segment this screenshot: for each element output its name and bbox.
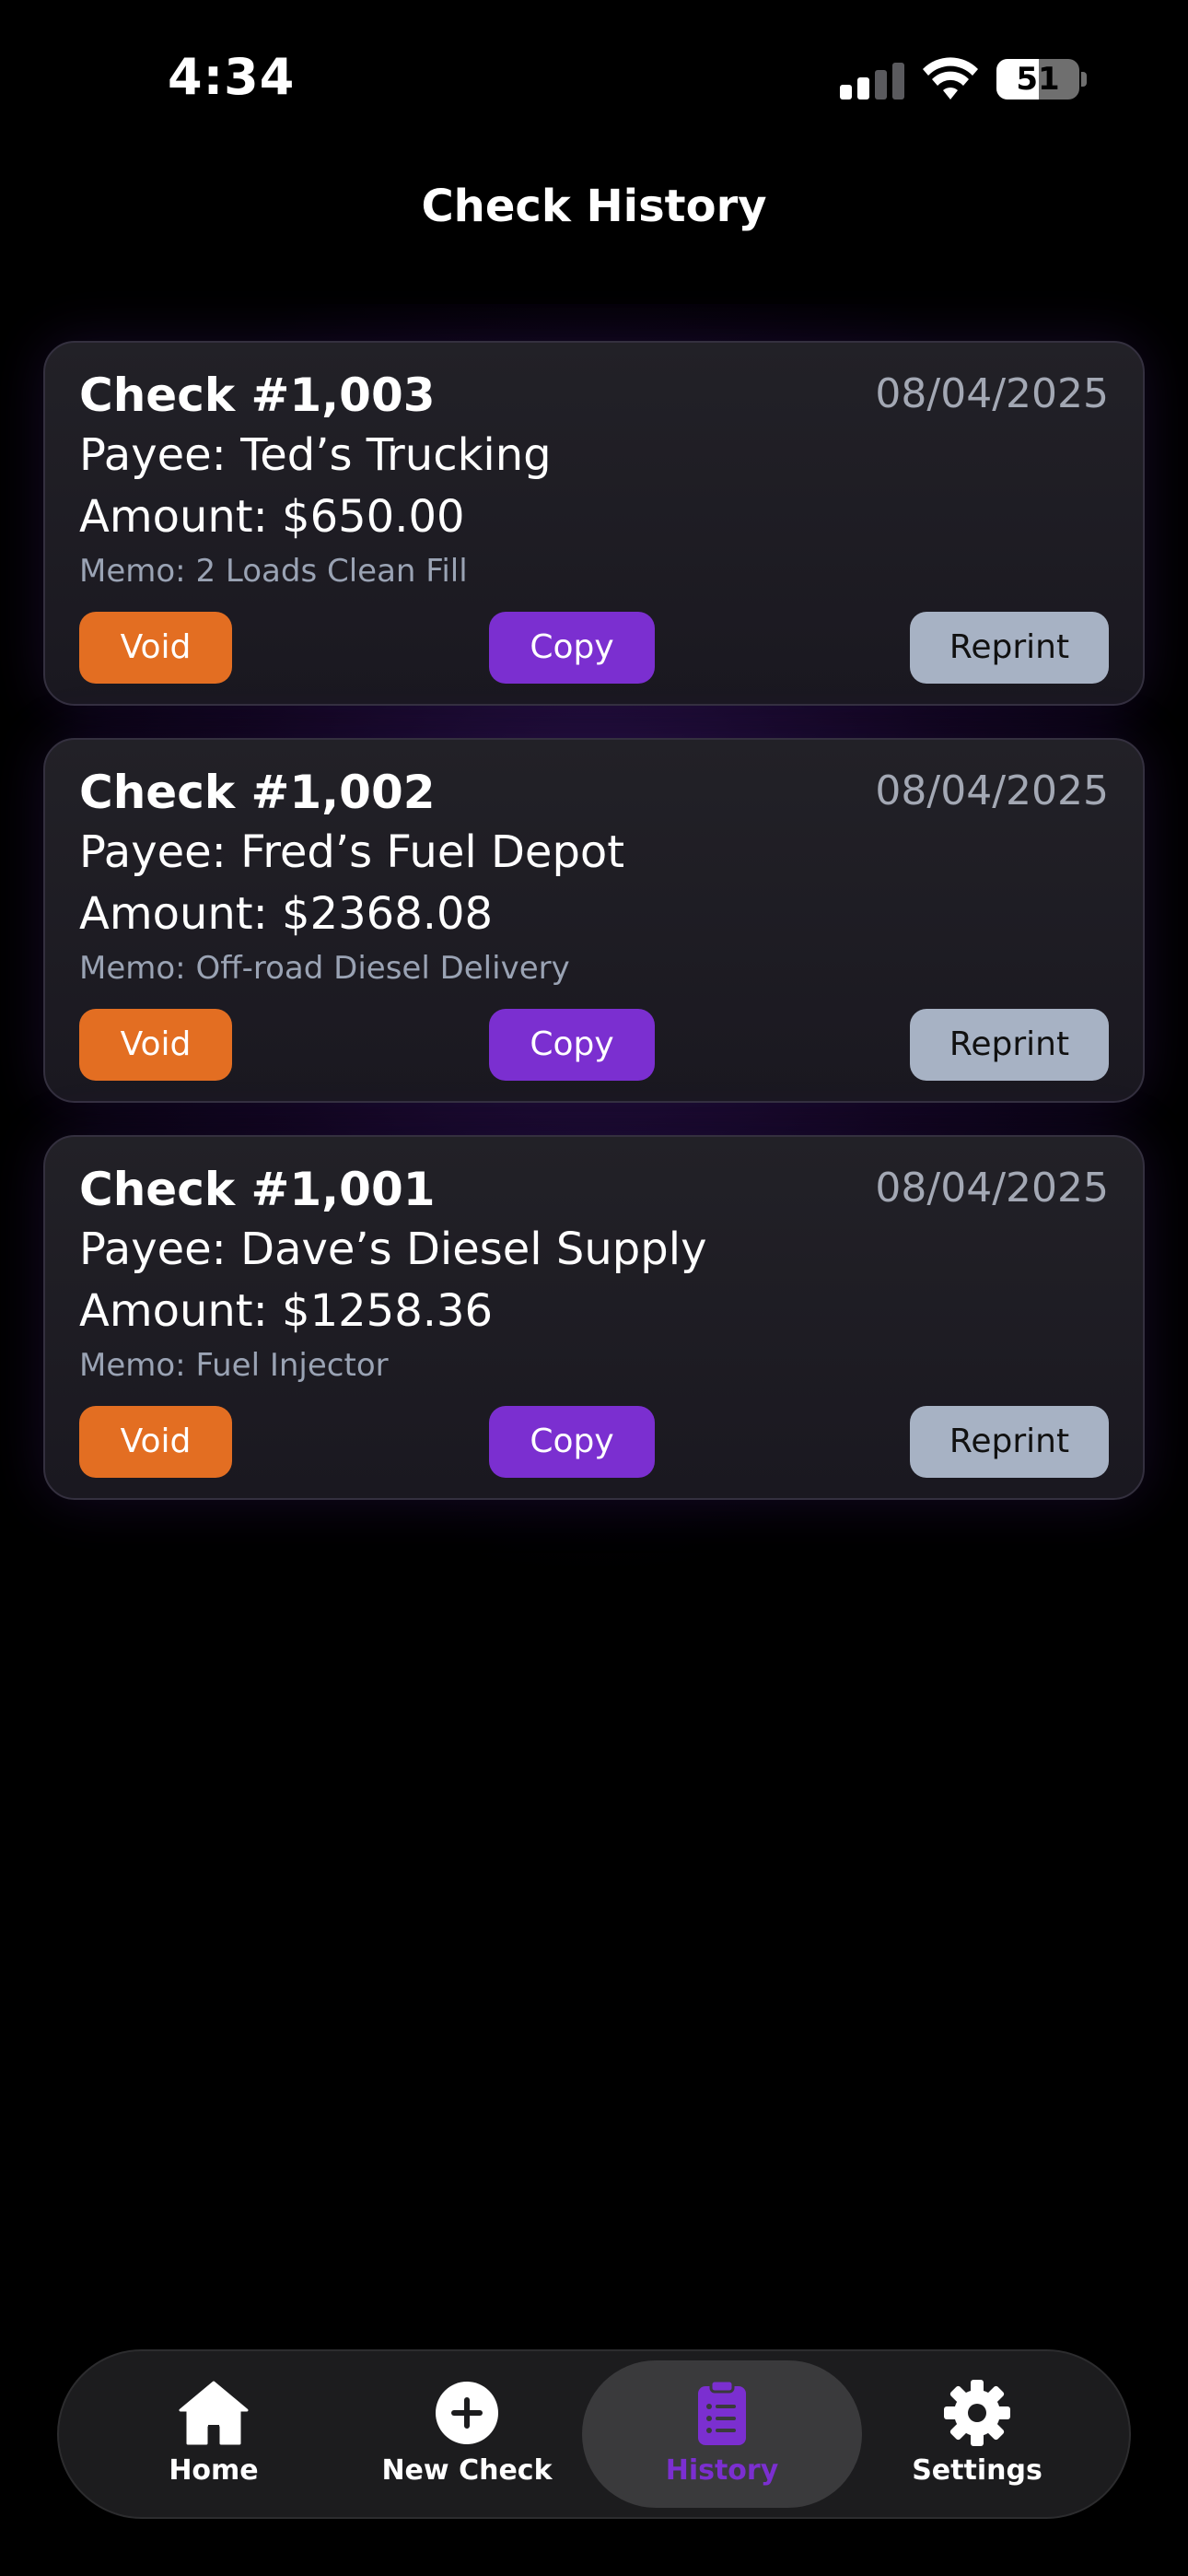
tab-label: Home (169, 2454, 259, 2487)
tab-new-check[interactable]: New Check (338, 2351, 596, 2517)
clipboard-list-icon (698, 2379, 746, 2445)
reprint-button[interactable]: Reprint (910, 1406, 1109, 1478)
copy-button[interactable]: Copy (489, 1009, 655, 1081)
void-button[interactable]: Void (79, 1009, 232, 1081)
signal-bar (892, 63, 904, 100)
cellular-signal-icon (840, 61, 904, 100)
check-payee: Payee: Dave’s Diesel Supply (79, 1224, 707, 1275)
plus-circle-icon (436, 2382, 498, 2444)
tab-label: History (665, 2454, 779, 2487)
check-amount: Amount: $1258.36 (79, 1285, 494, 1337)
copy-button[interactable]: Copy (489, 1406, 655, 1478)
signal-bar (857, 77, 869, 100)
check-date: 08/04/2025 (875, 370, 1109, 417)
signal-bar (875, 70, 887, 100)
check-payee: Payee: Fred’s Fuel Depot (79, 826, 625, 878)
tab-history[interactable]: History (582, 2360, 862, 2508)
check-card: Check #1,002 08/04/2025 Payee: Fred’s Fu… (43, 738, 1145, 1103)
check-date: 08/04/2025 (875, 767, 1109, 814)
status-time: 4:34 (168, 48, 296, 106)
check-memo: Memo: Off-road Diesel Delivery (79, 950, 570, 987)
check-amount: Amount: $650.00 (79, 491, 465, 543)
check-card: Check #1,001 08/04/2025 Payee: Dave’s Di… (43, 1135, 1145, 1500)
void-button[interactable]: Void (79, 1406, 232, 1478)
page-title: Check History (421, 181, 767, 232)
status-bar: 4:34 51 (0, 0, 1188, 157)
battery-tip (1081, 72, 1087, 87)
gear-icon (944, 2380, 1010, 2446)
tab-settings[interactable]: Settings (848, 2351, 1106, 2517)
wifi-icon (923, 57, 978, 100)
battery-icon: 51 (996, 59, 1079, 100)
tab-label: Settings (912, 2454, 1042, 2487)
reprint-button[interactable]: Reprint (910, 1009, 1109, 1081)
check-date: 08/04/2025 (875, 1165, 1109, 1212)
check-amount: Amount: $2368.08 (79, 888, 494, 940)
signal-bar (840, 85, 852, 100)
check-payee: Payee: Ted’s Trucking (79, 429, 552, 481)
check-number: Check #1,003 (79, 369, 436, 422)
check-number: Check #1,002 (79, 766, 436, 819)
check-memo: Memo: 2 Loads Clean Fill (79, 553, 468, 590)
battery-percent: 51 (1016, 61, 1060, 98)
tab-bar: Home New Check History Settings (57, 2349, 1131, 2519)
reprint-button[interactable]: Reprint (910, 612, 1109, 684)
tab-label: New Check (381, 2454, 553, 2487)
check-memo: Memo: Fuel Injector (79, 1347, 389, 1384)
copy-button[interactable]: Copy (489, 612, 655, 684)
check-card: Check #1,003 08/04/2025 Payee: Ted’s Tru… (43, 341, 1145, 706)
tab-home[interactable]: Home (85, 2351, 343, 2517)
void-button[interactable]: Void (79, 612, 232, 684)
check-number: Check #1,001 (79, 1163, 436, 1216)
check-list: Check #1,003 08/04/2025 Payee: Ted’s Tru… (43, 341, 1145, 1532)
house-icon (179, 2381, 249, 2445)
